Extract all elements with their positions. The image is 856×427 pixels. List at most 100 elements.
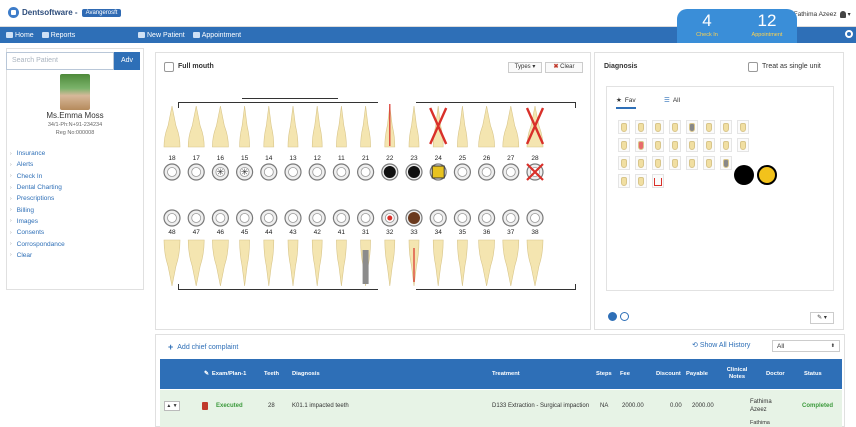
- nav-home[interactable]: Home: [6, 32, 34, 39]
- tooth-15-crown[interactable]: [239, 105, 250, 148]
- tools-dropdown[interactable]: ✎ ▾: [810, 312, 834, 324]
- diagnosis-icon[interactable]: [669, 156, 681, 170]
- tooth-23-crown[interactable]: [408, 105, 420, 148]
- advanced-search-button[interactable]: Adv: [114, 52, 140, 70]
- table-row[interactable]: Fathima: [160, 420, 842, 427]
- treat-single-unit-checkbox[interactable]: [748, 62, 758, 72]
- tooth-17-crown[interactable]: [187, 105, 205, 148]
- sidebar-item-consents[interactable]: › Consents: [10, 227, 140, 238]
- tooth-number: 48: [168, 229, 176, 236]
- tooth-44-crown[interactable]: [263, 239, 275, 287]
- sidebar-item-clear[interactable]: › Clear: [10, 250, 140, 261]
- sidebar-item-prescriptions[interactable]: › Prescriptions: [10, 193, 140, 204]
- next-page-icon[interactable]: [620, 312, 629, 321]
- diagnosis-icon[interactable]: [652, 156, 664, 170]
- search-patient-input[interactable]: Search Patient: [6, 52, 114, 70]
- diagnosis-icon[interactable]: [686, 138, 698, 152]
- tooth-18-crown[interactable]: [163, 105, 181, 148]
- tooth-16-crown[interactable]: [212, 105, 229, 148]
- tooth-35-crown[interactable]: [457, 239, 468, 287]
- sidebar-item-billing[interactable]: › Billing: [10, 204, 140, 215]
- tooth-14-crown[interactable]: [263, 105, 275, 148]
- tooth-32-crown[interactable]: [384, 239, 396, 287]
- tooth-number: 46: [217, 229, 225, 236]
- diagnosis-icon[interactable]: [703, 138, 715, 152]
- tooth-48-crown[interactable]: [163, 239, 181, 287]
- gear-icon[interactable]: [845, 30, 853, 38]
- reports-icon: [41, 32, 49, 38]
- diagnosis-icon[interactable]: [652, 120, 664, 134]
- diagnosis-icon[interactable]: [686, 120, 698, 134]
- sidebar-item-dental-charting[interactable]: › Dental Charting: [10, 182, 140, 193]
- tooth-38-crown[interactable]: [526, 239, 544, 287]
- sidebar-item-check-in[interactable]: › Check In: [10, 171, 140, 182]
- tab-all[interactable]: ☰ All: [664, 96, 680, 105]
- clear-chart-button[interactable]: ✖ Clear: [545, 62, 583, 73]
- full-mouth-checkbox[interactable]: [164, 62, 174, 72]
- sidebar-item-insurance[interactable]: › Insurance: [10, 148, 140, 159]
- diagnosis-icon[interactable]: [635, 156, 647, 170]
- col-doctor: Doctor: [766, 371, 785, 377]
- appointment-counter[interactable]: 12 Appointment: [737, 9, 797, 43]
- tooth-21-crown[interactable]: [360, 105, 371, 148]
- types-dropdown[interactable]: Types ▾: [508, 62, 542, 73]
- diagnosis-icon[interactable]: [635, 138, 647, 152]
- table-row[interactable]: ▲ ▼ Executed 28 K01.1 impacted teeth D13…: [160, 390, 842, 422]
- tooth-11-crown[interactable]: [336, 105, 347, 148]
- diagnosis-icon[interactable]: [635, 120, 647, 134]
- tooth-43-crown[interactable]: [287, 239, 299, 287]
- checkin-counter[interactable]: 4 Check In: [677, 9, 737, 43]
- diagnosis-icon[interactable]: [618, 138, 630, 152]
- appointment-button[interactable]: Appointment: [192, 32, 241, 39]
- show-all-history-link[interactable]: ⟲ Show All History: [692, 341, 750, 349]
- tooth-42-crown[interactable]: [311, 239, 323, 287]
- add-chief-complaint-button[interactable]: + Add chief complaint: [168, 342, 238, 352]
- diagnosis-icon[interactable]: [618, 156, 630, 170]
- tooth-46-crown[interactable]: [212, 239, 229, 287]
- diagnosis-icon[interactable]: [669, 120, 681, 134]
- tooth-12-surface-inner: [312, 167, 323, 177]
- diagnosis-icon[interactable]: [720, 138, 732, 152]
- tooth-12-crown[interactable]: [311, 105, 323, 148]
- sidebar-item-images[interactable]: › Images: [10, 216, 140, 227]
- diagnosis-icon[interactable]: [618, 174, 630, 188]
- black-circle-icon[interactable]: [734, 165, 754, 185]
- crown-icon: [431, 165, 445, 179]
- tooth-37-crown[interactable]: [502, 239, 520, 287]
- diagnosis-icon[interactable]: [737, 138, 749, 152]
- tooth-26-crown[interactable]: [478, 105, 495, 148]
- diagnosis-icon[interactable]: [635, 174, 647, 188]
- tooth-41-crown[interactable]: [336, 239, 347, 287]
- diagnosis-icon[interactable]: [652, 138, 664, 152]
- sidebar-item-alerts[interactable]: › Alerts: [10, 159, 140, 170]
- tooth-25-crown[interactable]: [457, 105, 468, 148]
- diagnosis-icon[interactable]: [703, 156, 715, 170]
- diagnosis-icon[interactable]: [669, 138, 681, 152]
- diagnosis-icon[interactable]: [720, 120, 732, 134]
- tooth-27-crown[interactable]: [502, 105, 520, 148]
- tooth-47-crown[interactable]: [187, 239, 205, 287]
- tooth-34-crown[interactable]: [432, 239, 444, 287]
- gold-crown-icon[interactable]: [757, 165, 777, 185]
- history-filter-select[interactable]: All ⬍: [772, 340, 840, 352]
- tooth-45-crown[interactable]: [239, 239, 250, 287]
- filling-icon: [383, 166, 396, 178]
- tab-fav[interactable]: ★ Fav: [616, 96, 636, 109]
- new-patient-button[interactable]: New Patient: [138, 32, 185, 39]
- diagnosis-icon[interactable]: [720, 156, 732, 170]
- nav-reports[interactable]: Reports: [41, 32, 75, 39]
- move-row-button[interactable]: ▲ ▼: [164, 401, 180, 411]
- sidebar-item-corrospondance[interactable]: › Corrospondance: [10, 238, 140, 249]
- tooth-13-crown[interactable]: [287, 105, 299, 148]
- diagnosis-icon[interactable]: [618, 120, 630, 134]
- diagnosis-icon[interactable]: [703, 120, 715, 134]
- appointment-count-label: Appointment: [751, 32, 783, 38]
- prev-page-icon[interactable]: [608, 312, 617, 321]
- diagnosis-icon[interactable]: [737, 120, 749, 134]
- diagnosis-icon[interactable]: [652, 174, 664, 188]
- tooth-36-crown[interactable]: [478, 239, 495, 287]
- col-exam-plan[interactable]: ✎ Exam/Plan-1: [204, 359, 246, 389]
- diagnosis-icon[interactable]: [686, 156, 698, 170]
- delete-row[interactable]: [202, 390, 208, 422]
- clear-label: Clear: [560, 64, 575, 70]
